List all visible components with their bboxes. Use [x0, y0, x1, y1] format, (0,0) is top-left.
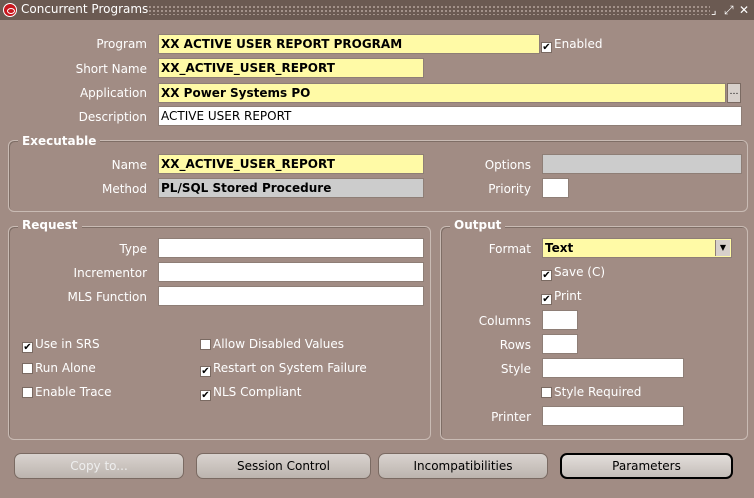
- checkbox-empty-icon: [541, 387, 552, 398]
- window-titlebar[interactable]: Concurrent Programs ⌟ ⤢ ✕: [0, 0, 754, 20]
- exec-name-label: Name: [111, 158, 147, 172]
- use-in-srs-label: Use in SRS: [35, 337, 100, 351]
- description-label: Description: [78, 110, 147, 124]
- style-field[interactable]: [542, 358, 684, 378]
- type-label: Type: [119, 242, 147, 256]
- columns-label: Columns: [478, 314, 531, 328]
- style-required-checkbox[interactable]: Style Required: [541, 384, 641, 400]
- priority-field[interactable]: [542, 178, 569, 198]
- close-icon[interactable]: ✕: [739, 2, 749, 18]
- checkbox-check-icon: ✔: [541, 42, 552, 53]
- incompatibilities-button[interactable]: Incompatibilities: [378, 453, 548, 479]
- save-checkbox[interactable]: ✔ Save (C): [541, 264, 605, 281]
- oracle-app-icon: [3, 3, 17, 17]
- printer-field[interactable]: [542, 406, 684, 426]
- description-field[interactable]: ACTIVE USER REPORT: [158, 106, 742, 126]
- print-label: Print: [554, 289, 582, 303]
- copy-to-button[interactable]: Copy to...: [14, 453, 184, 479]
- output-title: Output: [450, 218, 506, 232]
- checkbox-check-icon: ✔: [22, 342, 33, 353]
- allow-disabled-label: Allow Disabled Values: [213, 337, 344, 351]
- checkbox-check-icon: ✔: [541, 294, 552, 305]
- executable-frame: [8, 140, 748, 212]
- restore-icon[interactable]: ⤢: [724, 2, 734, 18]
- method-field[interactable]: PL/SQL Stored Procedure: [158, 178, 424, 198]
- enabled-checkbox[interactable]: ✔ Enabled: [541, 36, 603, 53]
- checkbox-check-icon: ✔: [200, 366, 211, 377]
- request-title: Request: [18, 218, 82, 232]
- nls-compliant-checkbox[interactable]: ✔ NLS Compliant: [200, 384, 301, 401]
- enable-trace-label: Enable Trace: [35, 385, 112, 399]
- rows-label: Rows: [499, 338, 531, 352]
- nls-compliant-label: NLS Compliant: [213, 385, 302, 399]
- lov-icon[interactable]: …: [727, 83, 741, 103]
- mls-function-field[interactable]: [158, 286, 424, 306]
- allow-disabled-checkbox[interactable]: Allow Disabled Values: [200, 336, 344, 352]
- checkbox-empty-icon: [22, 363, 33, 374]
- priority-label: Priority: [488, 182, 531, 196]
- exec-name-field[interactable]: XX_ACTIVE_USER_REPORT: [158, 154, 424, 174]
- checkbox-empty-icon: [22, 387, 33, 398]
- short-name-label: Short Name: [75, 62, 147, 76]
- use-in-srs-checkbox[interactable]: ✔ Use in SRS: [22, 336, 100, 353]
- program-label: Program: [96, 37, 147, 51]
- application-field[interactable]: XX Power Systems PO: [158, 83, 726, 103]
- type-field[interactable]: [158, 238, 424, 258]
- restart-on-failure-checkbox[interactable]: ✔ Restart on System Failure: [200, 360, 367, 377]
- run-alone-label: Run Alone: [35, 361, 96, 375]
- titlebar-pattern: [148, 5, 710, 15]
- dropdown-arrow-icon[interactable]: ▼: [715, 240, 730, 256]
- enable-trace-checkbox[interactable]: Enable Trace: [22, 384, 112, 400]
- incrementor-label: Incrementor: [73, 266, 147, 280]
- checkbox-check-icon: ✔: [541, 270, 552, 281]
- session-control-button[interactable]: Session Control: [196, 453, 371, 479]
- format-label: Format: [488, 242, 531, 256]
- run-alone-checkbox[interactable]: Run Alone: [22, 360, 96, 376]
- columns-field[interactable]: [542, 310, 578, 330]
- enabled-label: Enabled: [554, 37, 603, 51]
- options-label: Options: [484, 158, 531, 172]
- mls-function-label: MLS Function: [67, 290, 147, 304]
- style-label: Style: [500, 362, 531, 376]
- print-checkbox[interactable]: ✔ Print: [541, 288, 582, 305]
- format-dropdown[interactable]: Text ▼: [542, 238, 732, 258]
- save-label: Save (C): [554, 265, 606, 279]
- format-value: Text: [545, 241, 574, 255]
- minimize-icon[interactable]: ⌟: [711, 2, 717, 18]
- options-field[interactable]: [542, 154, 742, 174]
- application-label: Application: [79, 86, 147, 100]
- executable-title: Executable: [18, 134, 101, 148]
- style-required-label: Style Required: [554, 385, 642, 399]
- method-label: Method: [101, 182, 147, 196]
- window-title: Concurrent Programs: [21, 2, 149, 16]
- parameters-button[interactable]: Parameters: [560, 453, 733, 479]
- checkbox-empty-icon: [200, 339, 211, 350]
- checkbox-check-icon: ✔: [200, 390, 211, 401]
- program-field[interactable]: XX ACTIVE USER REPORT PROGRAM: [158, 34, 540, 54]
- incrementor-field[interactable]: [158, 262, 424, 282]
- short-name-field[interactable]: XX_ACTIVE_USER_REPORT: [158, 58, 424, 78]
- restart-on-failure-label: Restart on System Failure: [213, 361, 367, 375]
- rows-field[interactable]: [542, 334, 578, 354]
- printer-label: Printer: [491, 410, 531, 424]
